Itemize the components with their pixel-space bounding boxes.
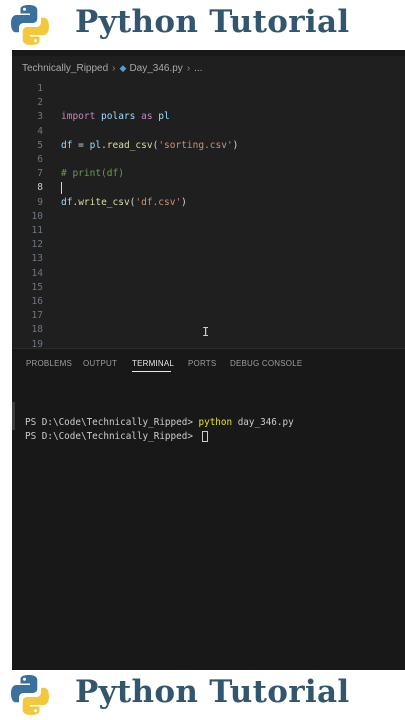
line-number: 2 (37, 97, 43, 109)
code-line[interactable]: 12 (12, 238, 405, 252)
breadcrumb-more[interactable]: ... (194, 63, 202, 74)
line-number: 1 (37, 83, 43, 94)
code-token: write_csv (78, 196, 130, 208)
line-number: 19 (31, 338, 43, 348)
active-tab-indicator (132, 371, 171, 372)
line-number: 11 (31, 225, 43, 236)
line-number: 10 (31, 210, 43, 222)
code-token: df (61, 139, 73, 151)
line-number: 4 (37, 125, 43, 137)
code-line[interactable]: 6 (12, 153, 405, 167)
code-line[interactable]: 8 (12, 181, 405, 195)
line-number: 8 (37, 182, 43, 194)
line-number: 9 (37, 196, 43, 208)
terminal-cursor (201, 431, 208, 442)
code-token: ) (181, 196, 187, 208)
code-line[interactable]: 4 (12, 125, 405, 139)
code-line[interactable]: 7 # print(df) (12, 167, 405, 181)
python-logo-icon (11, 675, 49, 715)
python-file-icon: ◆ (119, 62, 127, 73)
code-editor[interactable]: 1 2 3 import polars as pl 4 5 df = pl.read_csv… (12, 80, 405, 348)
line-number: 6 (37, 154, 43, 165)
line-number: 12 (31, 239, 43, 251)
code-token: 'sorting.csv' (158, 139, 233, 151)
chevron-right-icon: › (186, 62, 191, 74)
code-line[interactable]: 14 (12, 267, 405, 281)
breadcrumb-folder[interactable]: Technically_Ripped (22, 63, 108, 74)
banner-title: Python Tutorial (75, 4, 350, 40)
breadcrumb-file[interactable]: Day_346.py (129, 63, 182, 74)
bottom-panel: PROBLEMS OUTPUT TERMINAL PORTS DEBUG CON… (12, 348, 405, 670)
line-number: 17 (31, 310, 43, 322)
tab-ports[interactable]: PORTS (188, 359, 216, 368)
code-token: pl (152, 111, 170, 123)
code-text: df = pl.read_csv('sorting.csv') (61, 139, 238, 153)
code-line[interactable]: 3 import polars as pl (12, 110, 405, 124)
line-number: 15 (31, 281, 43, 293)
line-number: 7 (37, 168, 43, 180)
vscode-window: Technically_Ripped › ◆ Day_346.py › ... … (12, 50, 405, 670)
tab-problems[interactable]: PROBLEMS (26, 359, 72, 368)
code-line[interactable]: 15 (12, 281, 405, 295)
line-number: 13 (31, 253, 43, 265)
code-line[interactable]: 17 (12, 309, 405, 323)
line-number: 5 (37, 139, 43, 151)
line-number: 14 (31, 267, 43, 279)
chevron-right-icon: › (112, 62, 116, 74)
line-number: 3 (37, 111, 43, 123)
code-token: pl (89, 139, 102, 151)
code-token: ) (232, 139, 239, 151)
code-line[interactable]: 19 (12, 338, 405, 348)
tab-debug-console[interactable]: DEBUG CONSOLE (230, 359, 302, 368)
code-line[interactable]: 1 (12, 82, 405, 96)
code-line[interactable]: 13 (12, 252, 405, 266)
code-token: as (141, 111, 153, 123)
bottom-banner: Python Tutorial (0, 670, 405, 720)
text-cursor (61, 182, 62, 195)
code-token: = (72, 139, 90, 151)
top-banner: Python Tutorial (0, 0, 405, 50)
line-number: 18 (31, 324, 43, 336)
code-token: 'df.csv' (135, 196, 182, 208)
panel-tabs: PROBLEMS OUTPUT TERMINAL PORTS DEBUG CON… (12, 349, 405, 379)
code-token: polars (95, 111, 142, 123)
banner-title: Python Tutorial (75, 674, 350, 710)
code-line[interactable]: 16 (12, 295, 405, 309)
text-cursor-icon: I (202, 325, 210, 339)
code-text: import polars as pl (61, 110, 170, 124)
code-line[interactable]: 9 df.write_csv('df.csv') (12, 196, 405, 210)
code-token: import (61, 111, 96, 123)
line-number: 16 (31, 296, 43, 307)
code-line[interactable]: 5 df = pl.read_csv('sorting.csv') (12, 139, 405, 153)
python-logo-icon (11, 5, 49, 45)
tab-terminal[interactable]: TERMINAL (132, 359, 174, 368)
tab-output[interactable]: OUTPUT (83, 359, 117, 368)
code-line[interactable]: 2 (12, 96, 405, 110)
code-text: # print(df) (61, 167, 124, 181)
code-line[interactable]: 10 (12, 210, 405, 224)
terminal-line[interactable]: PS D:\Code\Technically_Ripped> (12, 416, 405, 442)
code-token: # print(df) (61, 168, 124, 180)
code-token: read_csv (106, 139, 153, 151)
breadcrumb: Technically_Ripped › ◆ Day_346.py › ... (12, 56, 405, 80)
terminal-line[interactable]: PS D:\Code\Technically_Ripped> python da… (12, 402, 405, 428)
terminal-prompt: PS D:\Code\Technically_Ripped> (25, 431, 199, 442)
code-text: df.write_csv('df.csv') (61, 196, 187, 210)
code-token: df (61, 196, 73, 208)
code-line[interactable]: 11 (12, 224, 405, 238)
